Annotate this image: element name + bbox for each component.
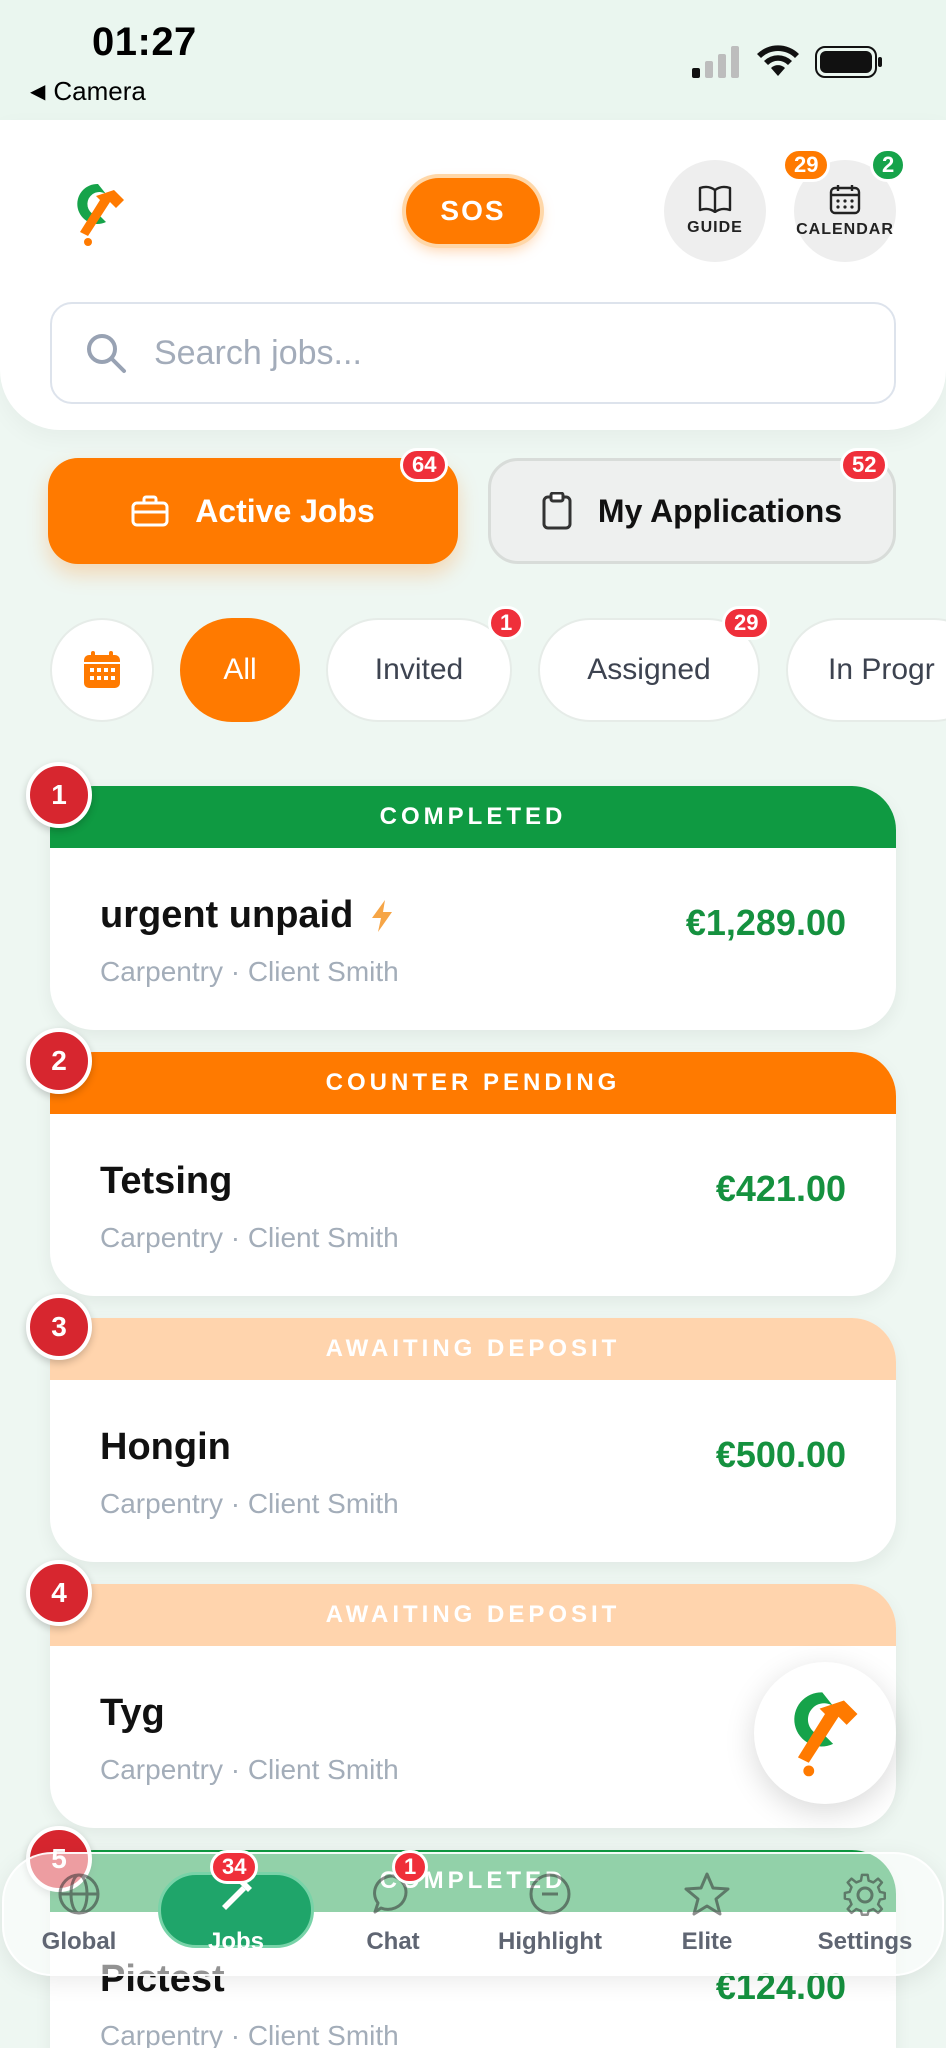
wifi-icon bbox=[757, 45, 799, 76]
job-title-row: urgent unpaid bbox=[100, 894, 395, 937]
calendar-icon bbox=[829, 185, 861, 215]
nav-elite-label: Elite bbox=[681, 1928, 733, 1955]
job-subtitle: Carpentry · Client Smith bbox=[100, 2020, 399, 2048]
my-applications-label: My Applications bbox=[597, 492, 843, 529]
search-input[interactable] bbox=[154, 333, 854, 373]
globe-icon bbox=[58, 1873, 100, 1915]
job-index-badge: 1 bbox=[26, 762, 92, 828]
nav-global[interactable]: Global bbox=[4, 1860, 154, 1970]
calendar-label: CALENDAR bbox=[796, 221, 894, 238]
guide-button[interactable]: GUIDE bbox=[664, 160, 766, 262]
filter-all-chip[interactable]: All bbox=[180, 618, 300, 722]
cellular-signal-icon bbox=[692, 46, 739, 78]
job-card[interactable]: COMPLETED urgent unpaid Carpentry · Client… bbox=[50, 786, 896, 1030]
job-subtitle: Carpentry · Client Smith bbox=[100, 1222, 399, 1253]
guide-label: GUIDE bbox=[687, 219, 743, 236]
job-index-badge: 3 bbox=[26, 1294, 92, 1360]
battery-icon bbox=[815, 46, 882, 78]
job-title: Hongin bbox=[100, 1426, 231, 1468]
my-applications-tab[interactable]: My Applications bbox=[488, 458, 896, 564]
active-jobs-label: Active Jobs bbox=[195, 492, 375, 529]
calendar-filter-icon bbox=[84, 651, 120, 688]
job-title: Tetsing bbox=[100, 1160, 233, 1202]
job-card[interactable]: AWAITING DEPOSIT Hongin Carpentry · Client… bbox=[50, 1318, 896, 1562]
nav-global-label: Global bbox=[41, 1928, 117, 1955]
clock: 01:27 bbox=[92, 20, 197, 64]
back-triangle-icon: ◀ bbox=[30, 81, 46, 103]
calendar-orange-badge: 29 bbox=[782, 148, 831, 182]
nav-elite[interactable]: Elite bbox=[632, 1860, 782, 1970]
jobs-count-badge: 34 bbox=[210, 1850, 259, 1884]
status-bar: 01:27 ◀ Camera bbox=[0, 0, 946, 120]
app-logo-icon bbox=[794, 1692, 858, 1777]
briefcase-icon bbox=[131, 495, 169, 527]
assigned-count-badge: 29 bbox=[722, 606, 771, 640]
job-price: €500.00 bbox=[715, 1434, 846, 1475]
nav-chat-label: Chat bbox=[366, 1928, 420, 1955]
job-price: €421.00 bbox=[715, 1168, 846, 1209]
app-logo-icon[interactable] bbox=[70, 180, 130, 248]
filter-in-progress-chip[interactable]: In Progr bbox=[786, 618, 946, 722]
lightning-bolt-icon bbox=[372, 899, 393, 932]
job-card[interactable]: COUNTER PENDING Tetsing Carpentry · Client… bbox=[50, 1052, 896, 1296]
job-subtitle: Carpentry · Client Smith bbox=[100, 1488, 399, 1519]
nav-settings-label: Settings bbox=[817, 1928, 913, 1955]
gear-icon bbox=[843, 1873, 886, 1916]
highlight-icon bbox=[529, 1873, 571, 1915]
job-status-banner: COUNTER PENDING bbox=[50, 1052, 896, 1114]
nav-jobs-label: Jobs bbox=[207, 1928, 264, 1955]
date-filter-button[interactable] bbox=[50, 618, 154, 722]
job-subtitle: Carpentry · Client Smith bbox=[100, 1754, 399, 1785]
my-applications-count-badge: 52 bbox=[840, 448, 889, 482]
back-camera-label: Camera bbox=[53, 76, 146, 106]
active-jobs-count-badge: 64 bbox=[400, 448, 449, 482]
search-bar[interactable] bbox=[50, 302, 896, 404]
invited-count-badge: 1 bbox=[488, 606, 525, 640]
star-icon bbox=[684, 1872, 730, 1916]
job-title-row: Hongin bbox=[100, 1426, 231, 1469]
search-icon bbox=[87, 334, 126, 373]
sos-button[interactable]: SOS bbox=[406, 178, 540, 244]
job-price: €1,289.00 bbox=[685, 902, 846, 943]
job-status-banner: COMPLETED bbox=[50, 786, 896, 848]
back-to-camera-link[interactable]: ◀ Camera bbox=[30, 76, 146, 107]
nav-settings[interactable]: Settings bbox=[790, 1860, 940, 1970]
filter-invited-chip[interactable]: Invited bbox=[326, 618, 512, 722]
nav-highlight-label: Highlight bbox=[498, 1928, 602, 1955]
job-title-row: Tetsing bbox=[100, 1160, 232, 1203]
floating-action-button[interactable] bbox=[754, 1662, 896, 1804]
calendar-green-badge: 2 bbox=[870, 148, 907, 182]
job-status-banner: AWAITING DEPOSIT bbox=[50, 1584, 896, 1646]
job-status-banner: AWAITING DEPOSIT bbox=[50, 1318, 896, 1380]
job-title: Tyg bbox=[100, 1692, 165, 1734]
nav-chat[interactable]: Chat bbox=[318, 1860, 468, 1970]
book-icon bbox=[698, 185, 732, 213]
chat-count-badge: 1 bbox=[392, 1850, 429, 1884]
clipboard-icon bbox=[542, 492, 572, 530]
job-title-row: Tyg bbox=[100, 1692, 165, 1735]
job-subtitle: Carpentry · Client Smith bbox=[100, 956, 399, 987]
job-index-badge: 4 bbox=[26, 1560, 92, 1626]
nav-highlight[interactable]: Highlight bbox=[475, 1860, 625, 1970]
job-index-badge: 2 bbox=[26, 1028, 92, 1094]
active-jobs-tab[interactable]: Active Jobs bbox=[48, 458, 458, 564]
job-title: urgent unpaid bbox=[100, 894, 354, 936]
